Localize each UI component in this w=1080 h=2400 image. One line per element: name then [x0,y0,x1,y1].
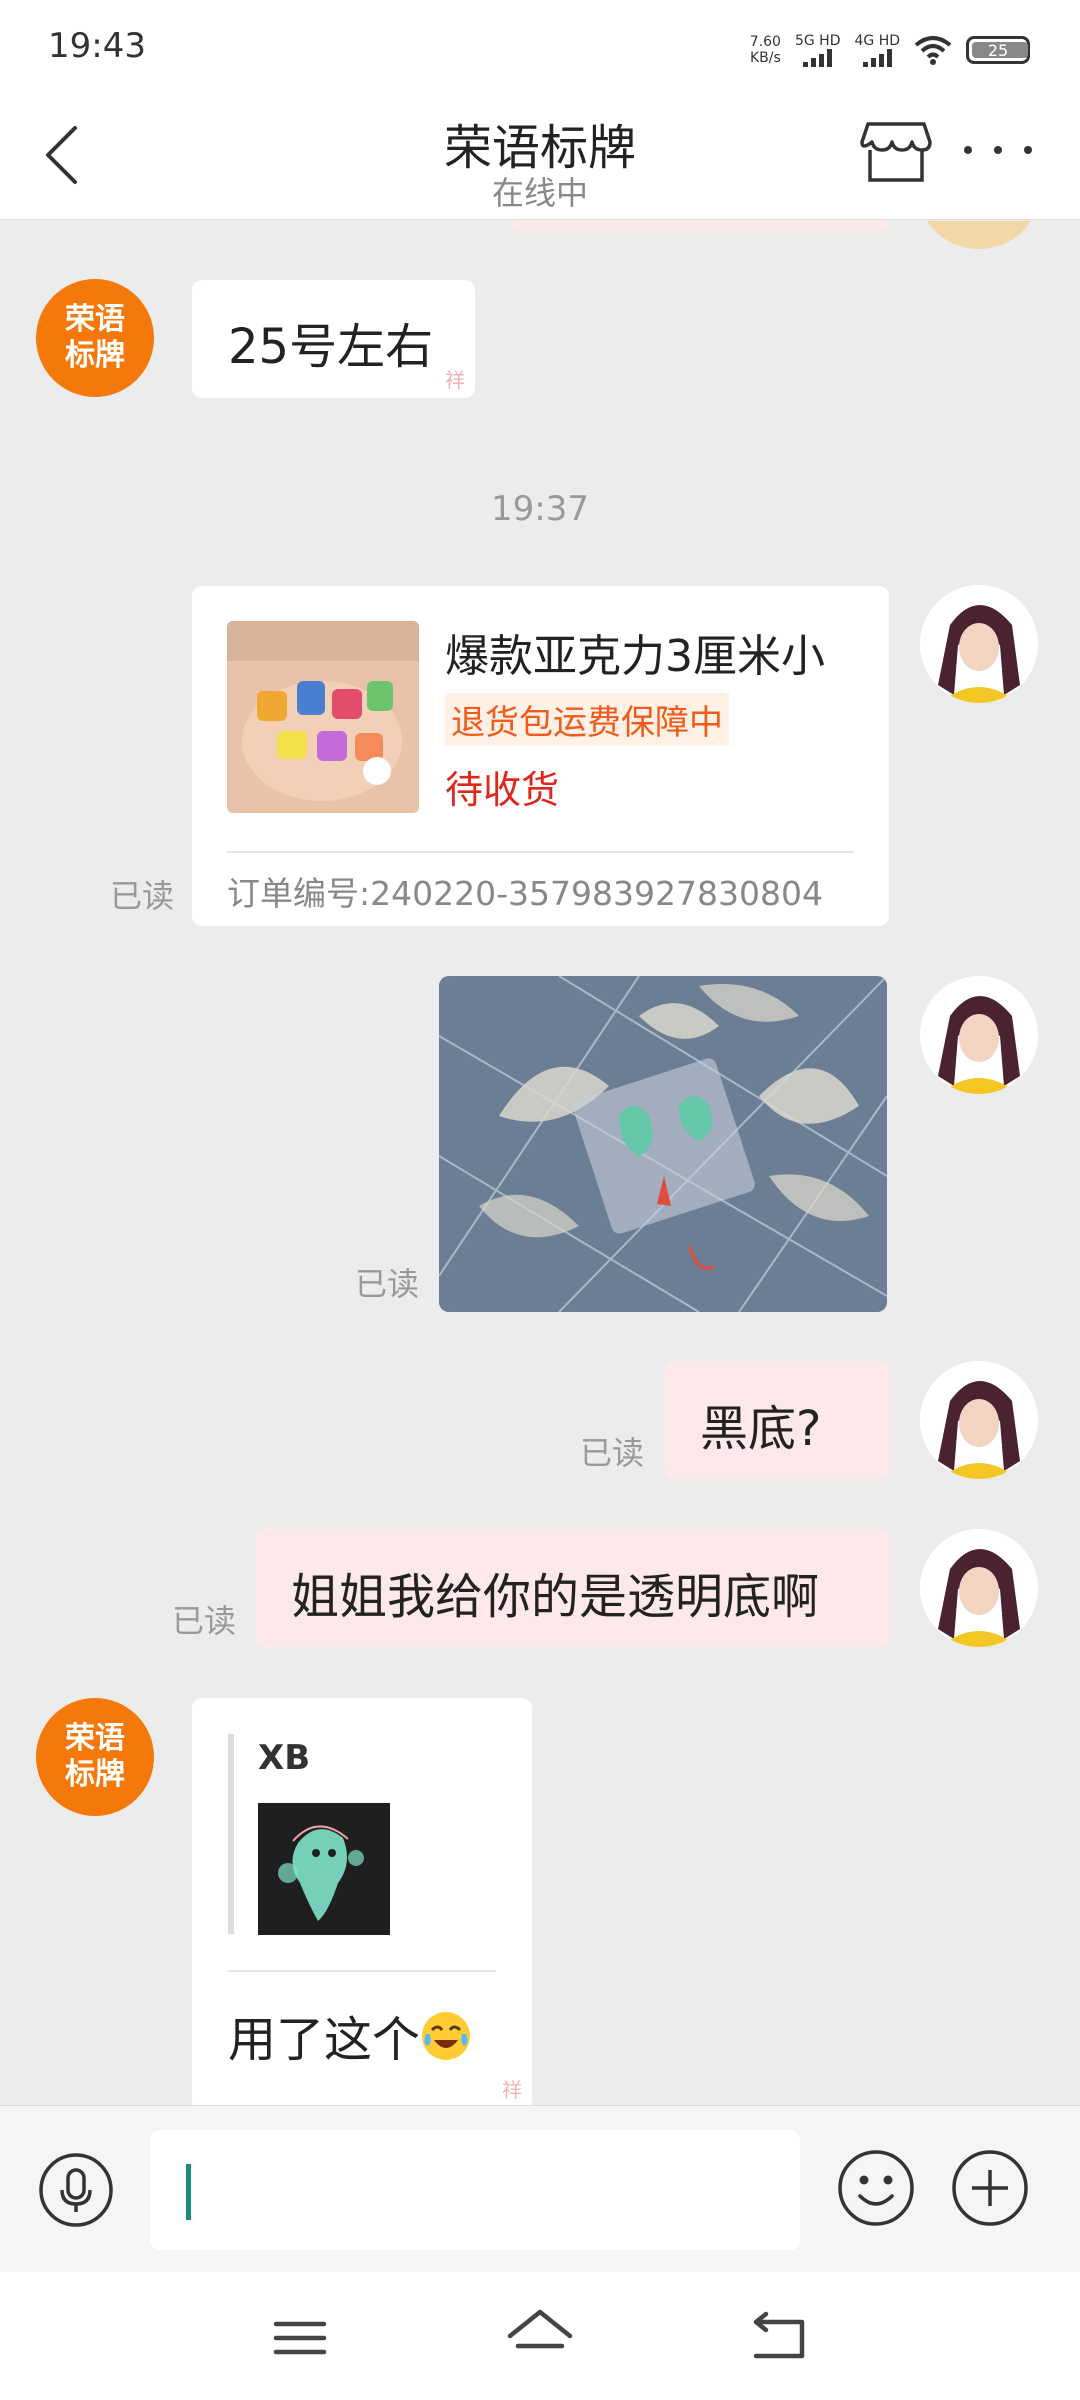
chat-area[interactable]: 荣语 标牌 25号左右 祥 19:37 已读 爆款亚克力3厘米小 退货包运费保障… [0,221,1080,2105]
message-input-bar [0,2105,1080,2272]
quote-bar [228,1734,234,1934]
chat-header: 荣语标牌 在线中 [0,90,1080,220]
read-receipt: 已读 [172,1602,237,1640]
system-nav-bar [0,2272,1080,2400]
product-thumbnail [227,621,419,813]
quote-reply-bubble[interactable]: XB 用了这个 祥 [192,1698,532,2105]
order-number: 订单编号:240220-357983927830804 [227,874,823,913]
shop-avatar[interactable]: 荣语 标牌 [36,279,154,397]
laughing-tears-emoji-icon [422,2012,471,2060]
quote-sender: XB [258,1738,311,1778]
avatar [920,221,1038,249]
shop-avatar[interactable]: 荣语 标牌 [36,1698,154,1816]
network-speed: 7.60 KB/s [750,34,781,66]
message-text: 姐姐我给你的是透明底啊 [291,1569,820,1625]
store-icon[interactable] [856,110,936,190]
status-time: 19:43 [48,26,146,66]
home-icon[interactable] [500,2302,580,2368]
order-status: 待收货 [445,768,560,812]
quoted-image[interactable] [258,1803,390,1935]
shop-avatar-label: 荣语 标牌 [65,302,125,373]
shop-stamp-icon: 祥 [445,367,465,392]
message-text: 黑底? [700,1401,822,1457]
message-bubble[interactable]: 25号左右 祥 [192,280,475,398]
battery-level: 25 [987,40,1009,60]
status-bar: 19:43 7.60 KB/s 5G HD 4G HD 25 [0,0,1080,90]
signal-icon [803,49,833,67]
message-bubble[interactable]: 黑底? [664,1361,889,1479]
read-receipt: 已读 [355,1265,420,1303]
signal-icon [862,49,892,67]
sim1-signal: 5G HD [794,33,841,67]
back-arrow-icon[interactable] [740,2308,816,2368]
user-avatar[interactable] [920,976,1038,1094]
more-dots-icon[interactable] [958,120,1038,180]
battery-icon: 25 [966,36,1030,64]
read-receipt: 已读 [580,1434,645,1472]
divider [227,851,854,853]
text-caret [186,2164,191,2220]
message-bubble[interactable]: 姐姐我给你的是透明底啊 [255,1529,889,1647]
message-timestamp: 19:37 [491,489,589,529]
order-card[interactable]: 爆款亚克力3厘米小 退货包运费保障中 待收货 订单编号:240220-35798… [192,586,889,926]
shop-stamp-icon: 祥 [502,2077,522,2102]
wifi-icon [914,36,952,65]
read-receipt: 已读 [110,877,175,915]
user-avatar[interactable] [920,585,1038,703]
user-avatar[interactable] [920,1361,1038,1479]
previous-message-bubble [510,221,890,231]
shop-avatar-label: 荣语 标牌 [65,1721,125,1792]
sim2-label: 4G HD [854,33,900,49]
divider [228,1970,496,1972]
photo-message[interactable] [439,976,887,1312]
microphone-icon[interactable] [38,2152,114,2228]
status-icons: 7.60 KB/s 5G HD 4G HD 25 [750,30,1030,70]
product-name: 爆款亚克力3厘米小 [445,631,825,682]
menu-icon[interactable] [262,2308,338,2368]
smiley-icon[interactable] [836,2148,916,2228]
message-input[interactable] [150,2130,800,2250]
network-speed-unit: KB/s [749,50,781,66]
message-text: 用了这个 [228,2000,472,2070]
plus-circle-icon[interactable] [950,2148,1030,2228]
sim1-label: 5G HD [794,33,841,49]
return-shipping-tag: 退货包运费保障中 [445,693,729,746]
message-text: 25号左右 [228,319,434,375]
user-avatar[interactable] [920,1529,1038,1647]
sim2-signal: 4G HD [854,33,900,67]
network-speed-value: 7.60 [749,34,781,50]
